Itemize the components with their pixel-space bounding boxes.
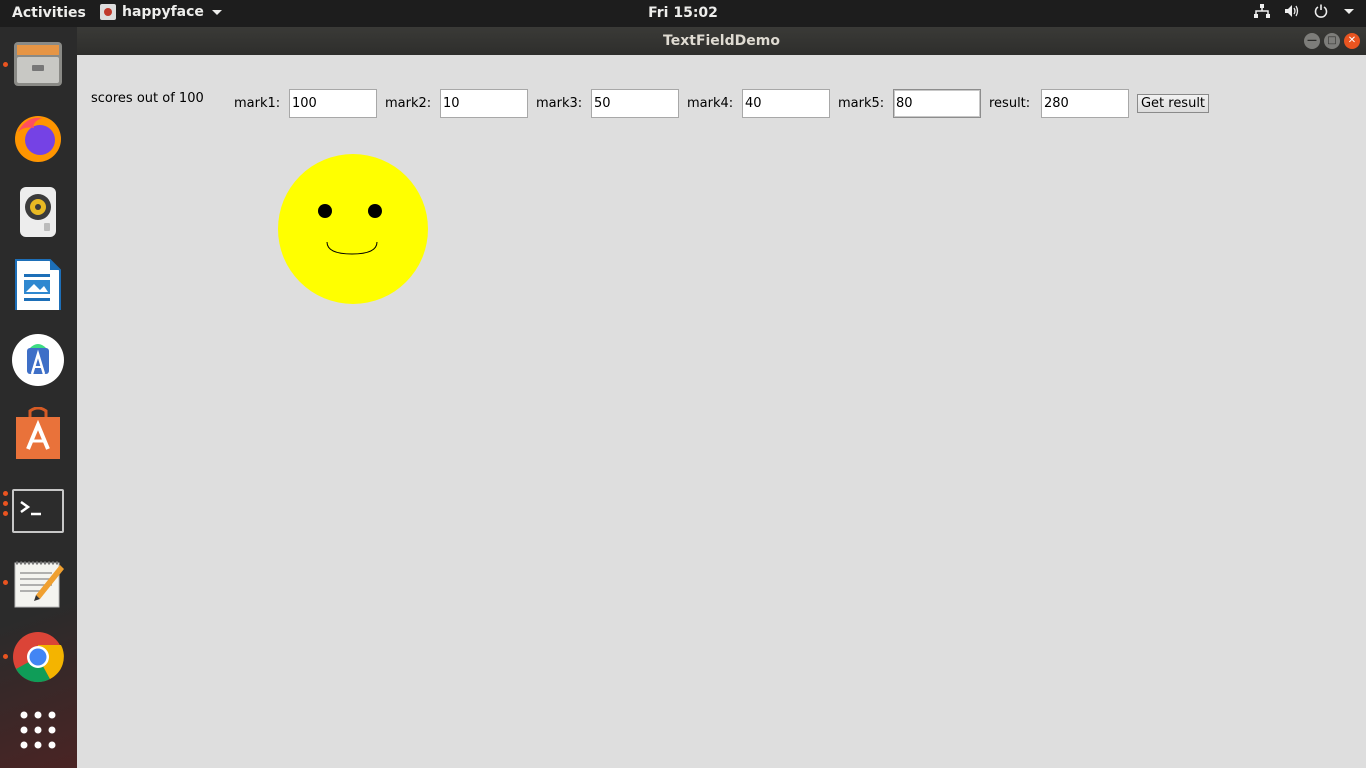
running-indicator [3, 491, 8, 496]
window-titlebar[interactable]: TextFieldDemo — □ ✕ [77, 27, 1366, 55]
activities-button[interactable]: Activities [12, 5, 86, 21]
system-tray[interactable] [1254, 4, 1354, 18]
mark5-label: mark5: [838, 96, 885, 111]
mark3-label: mark3: [536, 96, 583, 111]
running-indicator [3, 511, 8, 516]
running-indicator [3, 62, 8, 67]
power-icon[interactable] [1314, 4, 1328, 18]
android-studio-icon[interactable] [12, 334, 64, 386]
happy-face-drawing [278, 154, 428, 304]
app-menu[interactable]: happyface [100, 4, 222, 20]
chevron-down-icon [211, 9, 222, 15]
window-content: scores out of 100 mark1: mark2: mark3: m… [77, 55, 1366, 768]
running-indicator [3, 580, 8, 585]
mark5-field[interactable] [893, 89, 981, 118]
maximize-icon[interactable]: □ [1324, 33, 1340, 49]
result-field[interactable] [1041, 89, 1129, 118]
app-window: TextFieldDemo — □ ✕ scores out of 100 ma… [77, 27, 1366, 768]
mark1-field[interactable] [289, 89, 377, 118]
rhythmbox-icon[interactable] [12, 185, 64, 237]
app-menu-label: happyface [122, 4, 204, 20]
scores-heading: scores out of 100 [91, 91, 204, 106]
software-center-icon[interactable] [12, 406, 64, 461]
running-indicator [3, 501, 8, 506]
minimize-icon[interactable]: — [1304, 33, 1320, 49]
mark2-label: mark2: [385, 96, 432, 111]
window-controls: — □ ✕ [1304, 33, 1360, 49]
right-eye [368, 204, 382, 218]
running-indicator [3, 654, 8, 659]
show-apps-icon[interactable] [12, 707, 64, 759]
result-label: result: [989, 96, 1031, 111]
dock [0, 27, 77, 768]
text-editor-icon[interactable] [12, 557, 64, 609]
firefox-icon[interactable] [12, 112, 64, 164]
volume-icon[interactable] [1284, 4, 1300, 18]
mark4-label: mark4: [687, 96, 734, 111]
terminal-icon[interactable] [12, 485, 64, 537]
network-icon[interactable] [1254, 4, 1270, 18]
mark2-field[interactable] [440, 89, 528, 118]
chrome-icon[interactable] [12, 631, 64, 683]
mark1-label: mark1: [234, 96, 281, 111]
files-icon[interactable] [12, 38, 64, 90]
mark3-field[interactable] [591, 89, 679, 118]
top-bar: Activities happyface Fri 15:02 [0, 0, 1366, 27]
close-icon[interactable]: ✕ [1344, 33, 1360, 49]
libreoffice-writer-icon[interactable] [12, 258, 64, 313]
chevron-down-icon[interactable] [1344, 8, 1354, 14]
mark4-field[interactable] [742, 89, 830, 118]
get-result-button[interactable]: Get result [1137, 94, 1209, 113]
java-app-icon [100, 4, 116, 20]
left-eye [318, 204, 332, 218]
window-title: TextFieldDemo [663, 33, 780, 49]
face-circle [278, 154, 428, 304]
